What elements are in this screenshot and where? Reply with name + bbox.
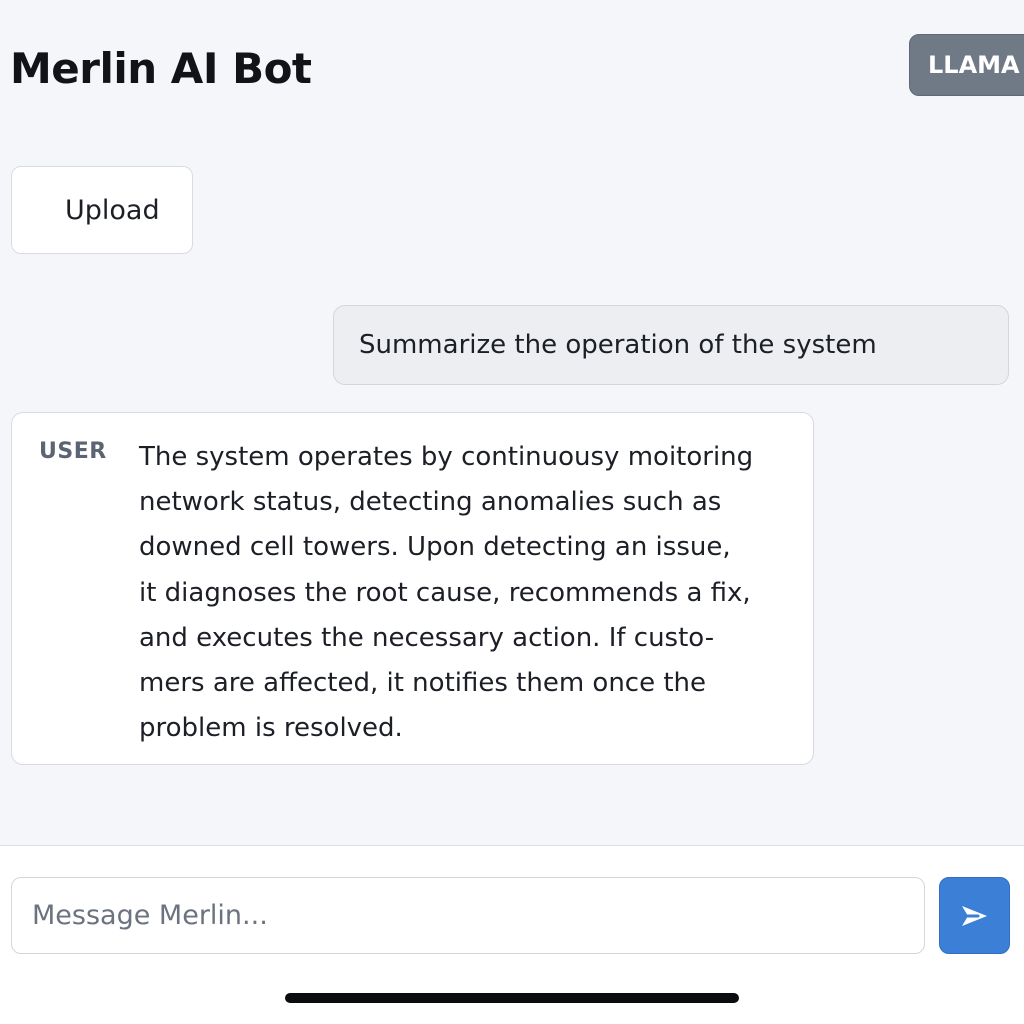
bot-message-line: network status, detecting anomalies such… (139, 487, 722, 518)
home-indicator (285, 993, 739, 1003)
bot-message-card: USER The system operates by continuousy … (11, 412, 814, 765)
bot-message-line: it diagnoses the root cause, recommends … (139, 577, 751, 608)
model-selector-badge[interactable]: LLAMA (909, 34, 1024, 96)
upload-button[interactable]: Upload (11, 166, 193, 254)
chat-app: Merlin AI Bot LLAMA Upload Summarize the… (0, 0, 1024, 1024)
user-message-text: Summarize the operation of the system (359, 330, 877, 360)
bot-message-line: The system operates by continuousy moito… (139, 442, 754, 472)
sender-label: USER (39, 439, 107, 464)
user-message-bubble: Summarize the operation of the system (333, 305, 1009, 385)
bot-message-line: problem is resolved. (139, 713, 403, 744)
message-composer (0, 846, 1024, 1024)
send-button[interactable] (939, 877, 1010, 954)
bot-message-line: downed cell towers. Upon detecting an is… (139, 532, 731, 563)
send-arrow-icon (961, 905, 987, 926)
page-title: Merlin AI Bot (10, 44, 312, 93)
bot-message-line: and executes the necessary action. If cu… (139, 622, 715, 653)
message-input[interactable] (11, 877, 925, 954)
bot-message-text: The system operates by continuousy moito… (139, 435, 799, 751)
bot-message-line: mers are affected, it notifies them once… (139, 668, 707, 699)
